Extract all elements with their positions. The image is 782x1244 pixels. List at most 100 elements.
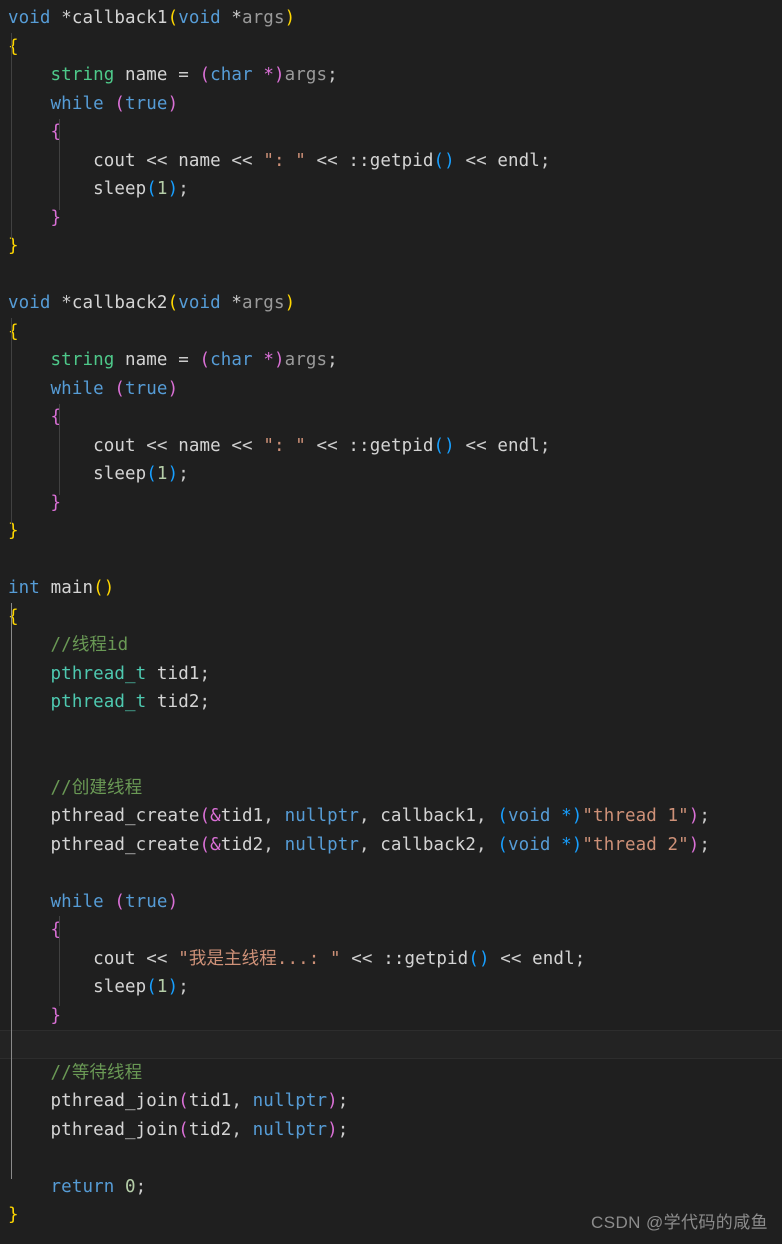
code-token: name [125,350,168,370]
code-line[interactable]: { [0,603,782,632]
code-token: ) [167,378,179,399]
code-line[interactable]: } [0,1002,782,1031]
code-token: } [8,521,19,541]
code-line[interactable]: } [0,204,782,233]
code-token: } [8,1205,19,1225]
code-line[interactable]: pthread_t tid2; [0,688,782,717]
code-line[interactable]: { [0,318,782,347]
code-line[interactable]: pthread_create(&tid1, nullptr, callback1… [0,802,782,831]
code-line[interactable]: int main() [0,574,782,603]
code-token: ) [327,1119,338,1140]
code-line[interactable]: pthread_create(&tid2, nullptr, callback2… [0,831,782,860]
code-token: while [50,378,104,399]
code-token: tid1 [188,1091,232,1111]
code-token: { [8,606,19,627]
code-line[interactable]: { [0,916,782,945]
code-token: "我是主线程...: " [178,948,341,969]
code-token: ( [167,8,179,28]
code-token: sleep [93,179,147,199]
code-line[interactable]: void *callback1(void *args) [0,4,782,33]
code-token: ) [478,948,490,969]
code-line[interactable]: } [0,517,782,546]
code-token: "thread 2" [582,834,689,855]
code-token: pthread_create [50,834,200,855]
code-line[interactable]: { [0,118,782,147]
code-line[interactable]: string name = (char *)args; [0,346,782,375]
code-token: ( [199,65,211,85]
code-line[interactable] [0,1030,782,1059]
code-token: pthread_t [50,663,147,684]
code-line[interactable]: //等待线程 [0,1059,782,1088]
code-line[interactable]: sleep(1); [0,973,782,1002]
code-token: callback2 [380,834,477,855]
code-lines-container[interactable]: void *callback1(void *args){ string name… [0,0,782,1230]
code-token: << [231,150,253,171]
code-token: 1 [156,179,168,199]
code-line[interactable]: while (true) [0,888,782,917]
code-line[interactable]: sleep(1); [0,175,782,204]
code-line[interactable]: { [0,403,782,432]
code-line[interactable]: while (true) [0,90,782,119]
code-token: , [359,806,370,826]
code-line[interactable]: cout << name << ": " << ::getpid() << en… [0,147,782,176]
code-line[interactable]: cout << name << ": " << ::getpid() << en… [0,432,782,461]
code-line[interactable]: sleep(1); [0,460,782,489]
code-line[interactable]: pthread_join(tid1, nullptr); [0,1087,782,1116]
code-line[interactable] [0,546,782,575]
code-line[interactable] [0,261,782,290]
code-line[interactable] [0,745,782,774]
code-token: ( [167,293,179,313]
code-token: args [242,8,285,28]
code-token: , [476,834,487,855]
code-editor[interactable]: void *callback1(void *args){ string name… [0,0,782,1244]
code-token: } [8,236,19,256]
code-line[interactable]: pthread_t tid1; [0,660,782,689]
code-line[interactable]: while (true) [0,375,782,404]
code-token: ::getpid [348,435,434,456]
code-line[interactable]: } [0,232,782,261]
code-token: , [263,806,274,826]
code-line[interactable]: //创建线程 [0,774,782,803]
code-token: endl [497,435,540,456]
code-line[interactable]: void *callback2(void *args) [0,289,782,318]
code-line[interactable]: return 0; [0,1173,782,1202]
code-line[interactable] [0,1144,782,1173]
code-line[interactable]: string name = (char *)args; [0,61,782,90]
code-token: string [50,350,115,370]
code-line[interactable] [0,717,782,746]
code-line[interactable]: { [0,33,782,62]
code-token: << [500,948,522,969]
code-line[interactable]: //线程id [0,631,782,660]
code-token: 1 [156,464,168,484]
code-token: ; [699,834,711,855]
code-token: tid2 [220,834,264,855]
code-line[interactable]: cout << "我是主线程...: " << ::getpid() << en… [0,945,782,974]
code-token: << [146,435,168,456]
code-line[interactable]: } [0,489,782,518]
code-line[interactable]: pthread_join(tid2, nullptr); [0,1116,782,1145]
code-token: , [263,834,274,855]
code-token: * [561,806,572,826]
code-line[interactable] [0,859,782,888]
code-token: void [178,8,221,28]
